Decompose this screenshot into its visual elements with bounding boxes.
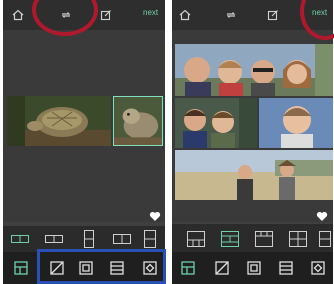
photo-tortoise-left[interactable] [7, 96, 111, 146]
border-icon[interactable] [244, 258, 264, 278]
grid-icon[interactable] [276, 258, 296, 278]
collage-canvas [3, 30, 165, 222]
layout-option-5[interactable] [143, 229, 157, 249]
filter-icon[interactable] [308, 258, 328, 278]
layout-option-4[interactable] [113, 232, 131, 246]
layout-icon[interactable] [11, 258, 31, 278]
layout-option-3[interactable] [254, 229, 274, 249]
left-phone-screen: next [3, 0, 165, 284]
layout-option-1[interactable] [186, 229, 206, 249]
bottom-toolbar [172, 252, 333, 284]
edit-icon[interactable] [97, 6, 115, 24]
layout-option-4[interactable] [288, 229, 308, 249]
rotate-icon[interactable] [222, 6, 240, 24]
collage-canvas [172, 30, 333, 222]
layout-option-1[interactable] [11, 232, 29, 246]
photo-family-top[interactable] [175, 44, 333, 96]
ratio-icon[interactable] [212, 258, 232, 278]
layout-option-2[interactable] [45, 232, 63, 246]
home-icon[interactable] [176, 6, 194, 24]
next-button[interactable]: next [143, 8, 158, 17]
heart-icon[interactable] [316, 211, 328, 222]
layout-option-3[interactable] [83, 229, 95, 249]
annotation-rect-tools [37, 249, 166, 284]
layout-icon[interactable] [178, 258, 198, 278]
home-icon[interactable] [9, 6, 27, 24]
photo-boys-left[interactable] [175, 98, 257, 148]
photo-tortoise-right[interactable] [113, 96, 163, 146]
right-phone-screen: next [172, 0, 333, 284]
photo-portrait-right[interactable] [259, 98, 333, 148]
layout-options-strip [172, 224, 333, 254]
layout-option-5[interactable] [318, 229, 332, 249]
heart-icon[interactable] [149, 211, 161, 222]
layout-option-2[interactable] [220, 229, 240, 249]
photo-beach-bottom[interactable] [175, 150, 333, 200]
edit-icon[interactable] [264, 6, 282, 24]
